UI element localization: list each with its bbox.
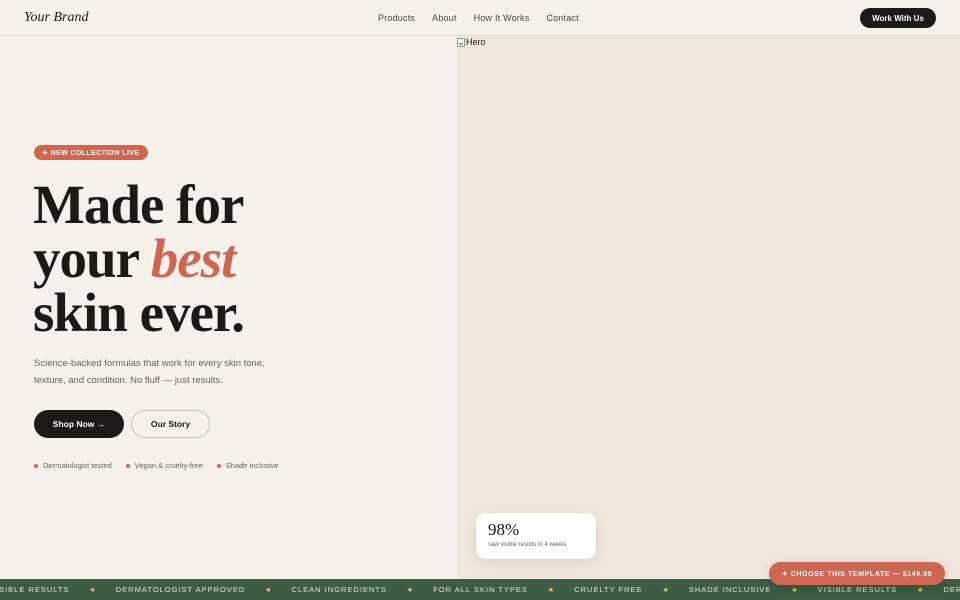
shop-now-button[interactable]: Shop Now → — [34, 410, 124, 438]
bullet-dot-icon — [125, 463, 130, 468]
broken-image-icon — [457, 37, 465, 47]
star-icon: ★ — [265, 586, 272, 594]
feature-label: Shade inclusive — [225, 461, 279, 470]
ticker-item: CRUELTY FREE — [574, 585, 643, 594]
bullet-dot-icon — [216, 463, 221, 468]
star-icon: ★ — [917, 586, 924, 594]
headline-line-1: Made for — [33, 174, 244, 235]
bullet-dot-icon — [34, 463, 38, 468]
nav-link-how-it-works[interactable]: How It Works — [474, 13, 530, 23]
feature-label: Vegan & cruelty-free — [134, 461, 203, 470]
feature-list: Dermatologist tested Vegan & cruelty-fre… — [34, 461, 278, 470]
nav-links: Products About How It Works Contact — [378, 13, 579, 23]
feature-label: Dermatologist tested — [43, 461, 112, 470]
top-nav: Your Brand Products About How It Works C… — [0, 0, 960, 36]
nav-link-about[interactable]: About — [432, 13, 457, 23]
star-icon: ★ — [791, 586, 798, 594]
nav-link-contact[interactable]: Contact — [546, 13, 578, 23]
brand-logo[interactable]: Your Brand — [24, 10, 88, 26]
hero-image-alt-text: Hero — [466, 37, 486, 47]
feature-item: Dermatologist tested — [34, 461, 112, 470]
ticker-item: SHADE INCLUSIVE — [688, 585, 772, 594]
star-icon: ★ — [89, 586, 96, 594]
stat-caption: saw visible results in 4 weeks — [488, 542, 567, 548]
ticker-item: VISIBLE RESULTS — [0, 585, 70, 594]
results-stat-card: 98% saw visible results in 4 weeks — [476, 513, 596, 559]
choose-template-button[interactable]: ✦ CHOOSE THIS TEMPLATE — $149.99 — [769, 562, 945, 585]
stat-value: 98% — [488, 520, 520, 539]
hero-headline: Made for your best skin ever. — [33, 177, 245, 343]
hero-subtitle: Science-backed formulas that work for ev… — [34, 358, 265, 386]
nav-link-products[interactable]: Products — [378, 13, 415, 23]
ticker-item: VISIBLE RESULTS — [817, 585, 898, 594]
ticker-item: FOR ALL SKIN TYPES — [433, 585, 528, 594]
star-icon: ★ — [662, 586, 669, 594]
ticker-item: DERMATOLOGIST APPROVED — [943, 585, 960, 594]
new-collection-badge: ✦ NEW COLLECTION LIVE — [34, 145, 148, 160]
headline-line-3: skin ever. — [33, 282, 245, 343]
hero-image-alt: Hero — [457, 37, 486, 47]
feature-item: Vegan & cruelty-free — [125, 461, 203, 470]
ticker-item: DERMATOLOGIST APPROVED — [115, 585, 246, 594]
work-with-us-button[interactable]: Work With Us — [860, 8, 936, 28]
ticker-track: VISIBLE RESULTS ★ DERMATOLOGIST APPROVED… — [0, 585, 960, 594]
hero-image: Hero — [457, 36, 960, 578]
feature-item: Shade inclusive — [216, 461, 279, 470]
star-icon: ★ — [406, 586, 414, 594]
star-icon: ★ — [547, 586, 555, 594]
ticker-item: CLEAN INGREDIENTS — [291, 585, 387, 594]
headline-line-2: your — [33, 228, 151, 289]
headline-accent-word: best — [150, 228, 237, 289]
our-story-button[interactable]: Our Story — [131, 410, 210, 438]
